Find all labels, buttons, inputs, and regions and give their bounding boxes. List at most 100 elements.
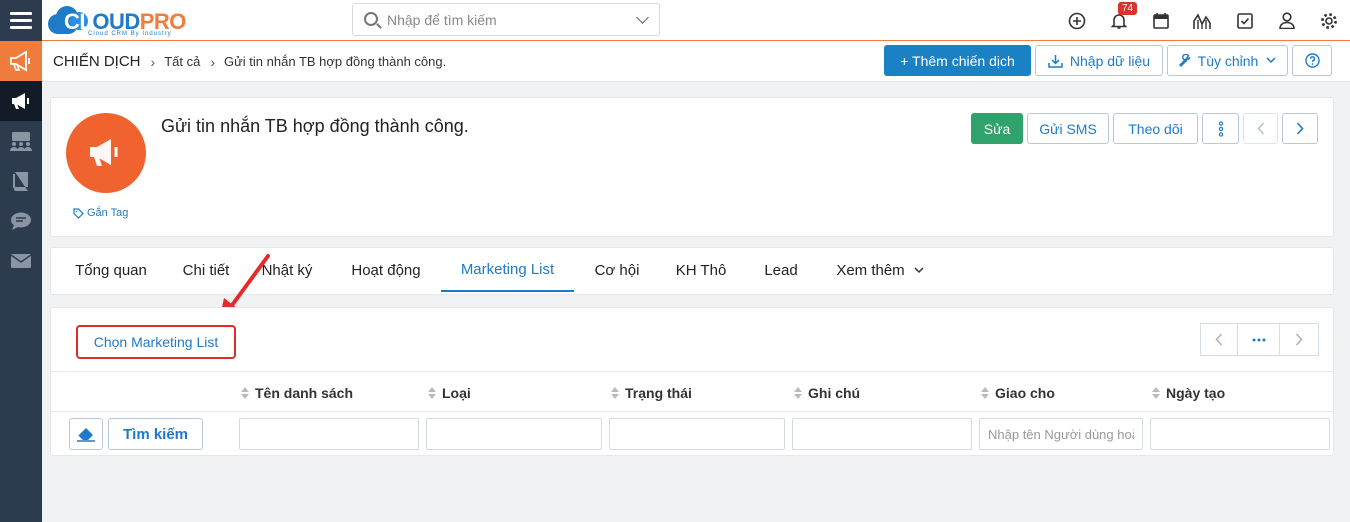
column-header-assignee[interactable]: Giao cho [981,385,1055,401]
tab-lead[interactable]: Lead [751,248,811,292]
column-header-name[interactable]: Tên danh sách [241,385,353,401]
filter-notes-input[interactable] [792,418,972,450]
import-data-label: Nhập dữ liệu [1069,52,1151,69]
chevron-down-icon[interactable] [636,11,649,24]
sort-icon [611,387,619,399]
breadcrumb: CHIẾN DỊCH › Tất cả › Gửi tin nhắn TB hợ… [53,53,446,70]
sort-icon [241,387,249,399]
eraser-icon [77,428,95,442]
sidebar-item-chat[interactable] [0,201,42,241]
vertical-dots-icon [1218,120,1223,137]
settings-button[interactable] [1308,0,1350,41]
download-icon [1048,54,1063,68]
clear-filters-button[interactable] [69,418,103,450]
global-search[interactable] [352,3,660,36]
filter-created-input[interactable] [1150,418,1330,450]
more-actions-button[interactable] [1202,113,1239,144]
column-label: Giao cho [995,385,1055,401]
next-record-button[interactable] [1282,113,1318,144]
plus-circle-icon [1068,12,1086,29]
sidebar-item-campaigns[interactable] [0,81,42,121]
page-prev-button[interactable] [1200,323,1238,356]
calendar-button[interactable] [1140,0,1182,41]
add-campaign-label: + Thêm chiến dịch [900,52,1015,69]
chevron-down-icon [914,266,924,273]
tab-marketing-list[interactable]: Marketing List [441,248,574,292]
reports-button[interactable] [1182,0,1224,41]
notifications-button[interactable]: 74 [1098,0,1140,41]
top-bar: CLOUDPRO Cloud CRM By Industry 74 [0,0,1350,41]
calendar-icon [1153,13,1169,29]
import-data-button[interactable]: Nhập dữ liệu [1035,45,1163,76]
profile-button[interactable] [1266,0,1308,41]
column-label: Loại [442,385,471,401]
sort-icon [428,387,436,399]
sidebar-item-email[interactable] [0,241,42,281]
search-button[interactable]: Tìm kiếm [108,418,203,450]
previous-record-button[interactable] [1243,113,1278,144]
checkbox-icon [1237,12,1253,29]
sidebar [0,41,42,522]
column-label: Trạng thái [625,385,692,401]
search-input[interactable] [387,11,617,28]
follow-label: Theo dõi [1128,120,1183,137]
tab-activities[interactable]: Hoạt động [335,248,437,292]
chat-icon [11,212,31,230]
sort-icon [981,387,989,399]
filter-status-input[interactable] [609,418,785,450]
record-header-card: Gắn Tag Gửi tin nhắn TB hợp đồng thành c… [50,97,1334,237]
user-icon [1279,12,1295,29]
column-label: Ngày tạo [1166,385,1226,401]
filter-assignee-input[interactable] [979,418,1143,450]
sort-icon [794,387,802,399]
tab-more[interactable]: Xem thêm [823,248,937,292]
mail-icon [10,254,32,268]
sidebar-item-marketing[interactable] [0,41,42,81]
page-next-button[interactable] [1279,323,1319,356]
sidebar-item-customers[interactable] [0,121,42,161]
customize-button[interactable]: Tùy chỉnh [1167,45,1288,76]
breadcrumb-bar: CHIẾN DỊCH › Tất cả › Gửi tin nhắn TB hợ… [42,41,1350,82]
column-header-status[interactable]: Trạng thái [611,385,692,401]
table-header: Tên danh sách Loại Trạng thái Ghi chú Gi… [51,371,1335,412]
add-tag-link[interactable]: Gắn Tag [73,207,128,219]
sidebar-item-documents[interactable] [0,161,42,201]
top-icon-bar: 74 [1056,0,1350,41]
gear-icon [1321,12,1337,29]
quick-create-button[interactable] [1056,0,1098,41]
campaign-icon [12,93,29,109]
filter-name-input[interactable] [239,418,419,450]
select-marketing-list-label: Chọn Marketing List [93,334,219,350]
chevron-right-icon: › [210,53,215,70]
column-header-type[interactable]: Loại [428,385,471,401]
menu-toggle-button[interactable] [0,0,42,41]
tasks-button[interactable] [1224,0,1266,41]
chevron-right-icon [1296,122,1304,135]
send-sms-button[interactable]: Gửi SMS [1027,113,1109,144]
follow-button[interactable]: Theo dõi [1113,113,1198,144]
marketing-list-panel: Chọn Marketing List Tên danh sách Loại T… [50,307,1335,456]
chevron-left-icon [1256,122,1264,135]
people-icon [10,132,32,151]
column-label: Tên danh sách [255,385,354,401]
filter-type-input[interactable] [426,418,602,450]
tab-raw-customers[interactable]: KH Thô [663,248,739,292]
page-menu-button[interactable] [1237,323,1280,356]
tab-opportunities[interactable]: Cơ hội [581,248,653,292]
add-campaign-button[interactable]: + Thêm chiến dịch [884,45,1031,76]
select-marketing-list-button[interactable]: Chọn Marketing List [76,325,236,359]
send-sms-label: Gửi SMS [1039,120,1097,137]
chart-icon [1193,12,1211,29]
tab-overview[interactable]: Tổng quan [63,248,159,292]
column-header-notes[interactable]: Ghi chú [794,385,860,401]
search-icon [364,12,378,26]
edit-button[interactable]: Sửa [971,113,1023,144]
hamburger-icon [10,11,32,30]
app-logo[interactable]: CLOUDPRO Cloud CRM By Industry [48,4,186,37]
column-header-created[interactable]: Ngày tạo [1152,385,1225,401]
breadcrumb-module[interactable]: CHIẾN DỊCH [53,53,141,70]
megaphone-icon [10,50,30,72]
megaphone-icon [90,139,118,166]
help-button[interactable] [1292,45,1332,76]
breadcrumb-all[interactable]: Tất cả [164,54,200,69]
